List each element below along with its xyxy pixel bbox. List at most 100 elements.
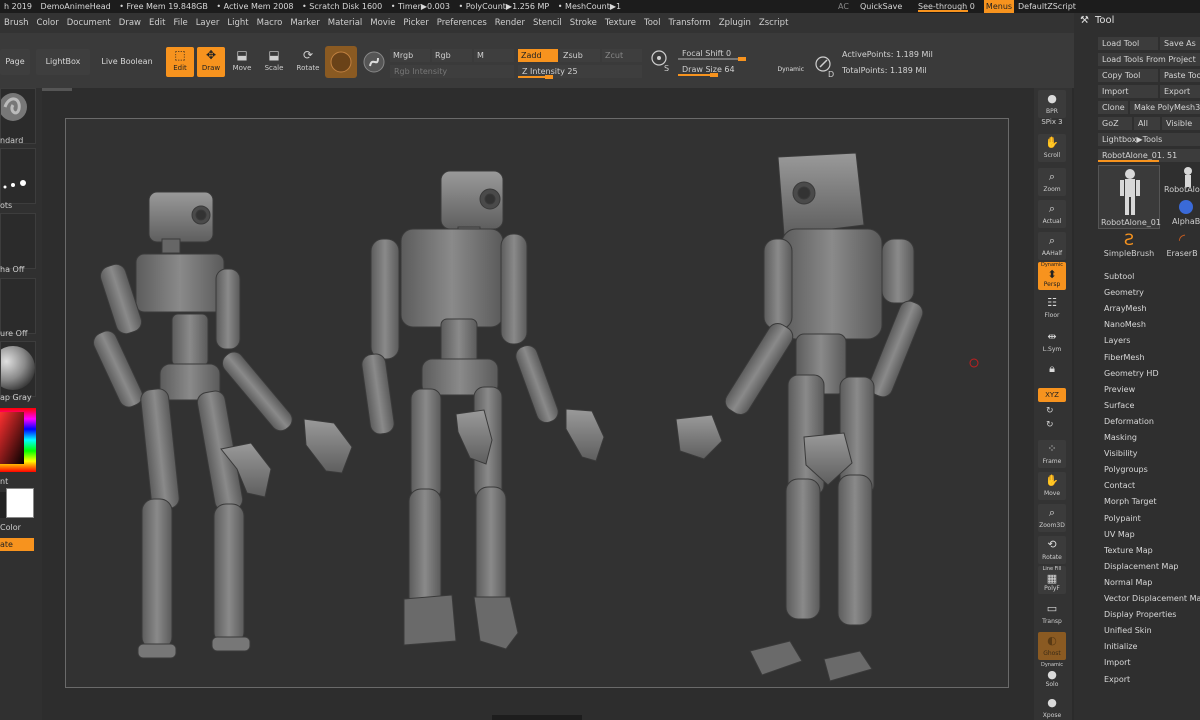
canvas-area[interactable] [42,88,1034,720]
menu-zplugin[interactable]: Zplugin [715,13,755,33]
subpalette-polygroups[interactable]: Polygroups [1104,465,1148,474]
material-swatch[interactable] [325,46,357,78]
menu-light[interactable]: Light [223,13,252,33]
subpalette-masking[interactable]: Masking [1104,433,1137,442]
lightbox-tools-button[interactable]: Lightbox▶Tools [1098,133,1200,146]
subpalette-import[interactable]: Import [1104,658,1131,667]
subpalette-morph-target[interactable]: Morph Target [1104,497,1157,506]
color-swatch[interactable] [0,488,36,520]
save-as-button[interactable]: Save As [1160,37,1200,50]
edit-button[interactable]: ⬚ Edit [166,47,194,77]
menu-brush[interactable]: Brush [0,13,33,33]
menu-color[interactable]: Color [33,13,63,33]
brush-swatch[interactable] [358,46,390,78]
floor-button[interactable]: ☷ Floor [1038,294,1066,322]
quicksave-button[interactable]: QuickSave [860,0,902,13]
xyz-button[interactable]: XYZ [1038,388,1066,402]
rgb-intensity-slider[interactable]: Rgb Intensity [390,65,514,78]
frame-button[interactable]: ⁘ Frame [1038,440,1066,468]
subpalette-subtool[interactable]: Subtool [1104,272,1134,281]
menu-stencil[interactable]: Stencil [529,13,566,33]
subpalette-deformation[interactable]: Deformation [1104,417,1154,426]
solo-button[interactable]: Dynamic ● Solo [1038,662,1066,690]
focal-shift-slider[interactable]: Focal Shift 0 [678,47,806,61]
ghost-button[interactable]: ◐ Ghost [1038,632,1066,660]
menu-material[interactable]: Material [324,13,367,33]
move-button[interactable]: ⬓ Move [228,47,256,77]
rotate-dock-button[interactable]: ⟲ Rotate [1038,536,1066,564]
spix-slider[interactable]: SPix 3 [1036,118,1068,128]
export-button[interactable]: Export [1160,85,1200,98]
goz-button[interactable]: GoZ [1098,117,1132,130]
subpalette-texture-map[interactable]: Texture Map [1104,546,1153,555]
import-button[interactable]: Import [1098,85,1158,98]
subpalette-export[interactable]: Export [1104,675,1130,684]
texture-thumbnail[interactable] [0,278,36,334]
bpr-button[interactable]: ● BPR [1038,90,1066,118]
menu-transform[interactable]: Transform [665,13,715,33]
menu-edit[interactable]: Edit [145,13,169,33]
rotate-z-icon[interactable]: ↻ [1046,420,1054,430]
menu-document[interactable]: Document [63,13,115,33]
focal-shift-icon-button[interactable]: S [648,47,674,73]
tool-thumb-robotalone[interactable]: RobotAlone_01 [1098,165,1161,229]
menu-render[interactable]: Render [491,13,529,33]
goz-visible-button[interactable]: Visible [1162,117,1200,130]
load-tools-from-project-button[interactable]: Load Tools From Project [1098,53,1200,66]
lsym-button[interactable]: ⇹ L.Sym [1038,328,1066,356]
material-thumbnail[interactable] [0,341,36,397]
tool-thumb-alphab[interactable]: AlphaB [1164,197,1200,229]
switch-color-button[interactable]: ate [0,538,34,551]
subpalette-surface[interactable]: Surface [1104,401,1134,410]
transp-button[interactable]: ▭ Transp [1038,600,1066,628]
subpalette-visibility[interactable]: Visibility [1104,449,1138,458]
subpalette-polypaint[interactable]: Polypaint [1104,514,1141,523]
copy-tool-button[interactable]: Copy Tool [1098,69,1158,82]
alpha-thumbnail[interactable] [0,213,36,269]
draw-button[interactable]: ✥ Draw [197,47,225,77]
subpalette-display-properties[interactable]: Display Properties [1104,610,1176,619]
paste-tool-button[interactable]: Paste Too [1160,69,1200,82]
lightbox-button[interactable]: LightBox [36,49,90,75]
menu-picker[interactable]: Picker [399,13,432,33]
menu-draw[interactable]: Draw [115,13,145,33]
menu-layer[interactable]: Layer [192,13,224,33]
rotate-button[interactable]: ⟳ Rotate [294,47,322,77]
subpalette-displacement-map[interactable]: Displacement Map [1104,562,1178,571]
subpalette-nanomesh[interactable]: NanoMesh [1104,320,1146,329]
menu-movie[interactable]: Movie [366,13,399,33]
zsub-button[interactable]: Zsub [560,49,600,62]
subpalette-vector-displacement-map[interactable]: Vector Displacement Map [1104,594,1200,603]
scale-button[interactable]: ⬓ Scale [260,47,288,77]
tool-thumb-robotalo[interactable]: RobotAlo [1164,165,1200,197]
mrgb-button[interactable]: Mrgb [390,49,430,62]
actual-button[interactable]: ⌕ Actual [1038,200,1066,228]
menu-preferences[interactable]: Preferences [433,13,491,33]
aahalf-button[interactable]: ⌕ AAHalf [1038,232,1066,260]
z-intensity-slider[interactable]: Z Intensity 25 [518,65,642,79]
dynamic-toggle[interactable]: Dynamic [778,63,804,76]
page-button[interactable]: Page [0,49,30,75]
draw-size-icon-button[interactable]: D [812,53,838,79]
subpalette-uv-map[interactable]: UV Map [1104,530,1135,539]
subpalette-fibermesh[interactable]: FiberMesh [1104,353,1145,362]
tool-thumb-eraserb[interactable]: ◜ EraserB [1164,231,1200,261]
move-dock-button[interactable]: ✋ Move [1038,472,1066,500]
subpalette-contact[interactable]: Contact [1104,481,1135,490]
menu-texture[interactable]: Texture [601,13,640,33]
subpalette-initialize[interactable]: Initialize [1104,642,1137,651]
xpose-button[interactable]: ● Xpose [1038,694,1066,720]
stroke-thumbnail[interactable] [0,148,36,204]
clone-button[interactable]: Clone [1098,101,1128,114]
subpalette-layers[interactable]: Layers [1104,336,1130,345]
polyf-button[interactable]: Line Fill ▦ PolyF [1038,566,1066,594]
make-polymesh-button[interactable]: Make PolyMesh3D [1130,101,1200,114]
subpalette-arraymesh[interactable]: ArrayMesh [1104,304,1147,313]
rgb-button[interactable]: Rgb [432,49,472,62]
lock-button[interactable]: 🔒︎ [1038,360,1066,388]
menu-file[interactable]: File [169,13,191,33]
scroll-button[interactable]: ✋ Scroll [1038,134,1066,162]
m-button[interactable]: M [474,49,514,62]
live-boolean-button[interactable]: Live Boolean [96,49,158,75]
goz-all-button[interactable]: All [1134,117,1160,130]
